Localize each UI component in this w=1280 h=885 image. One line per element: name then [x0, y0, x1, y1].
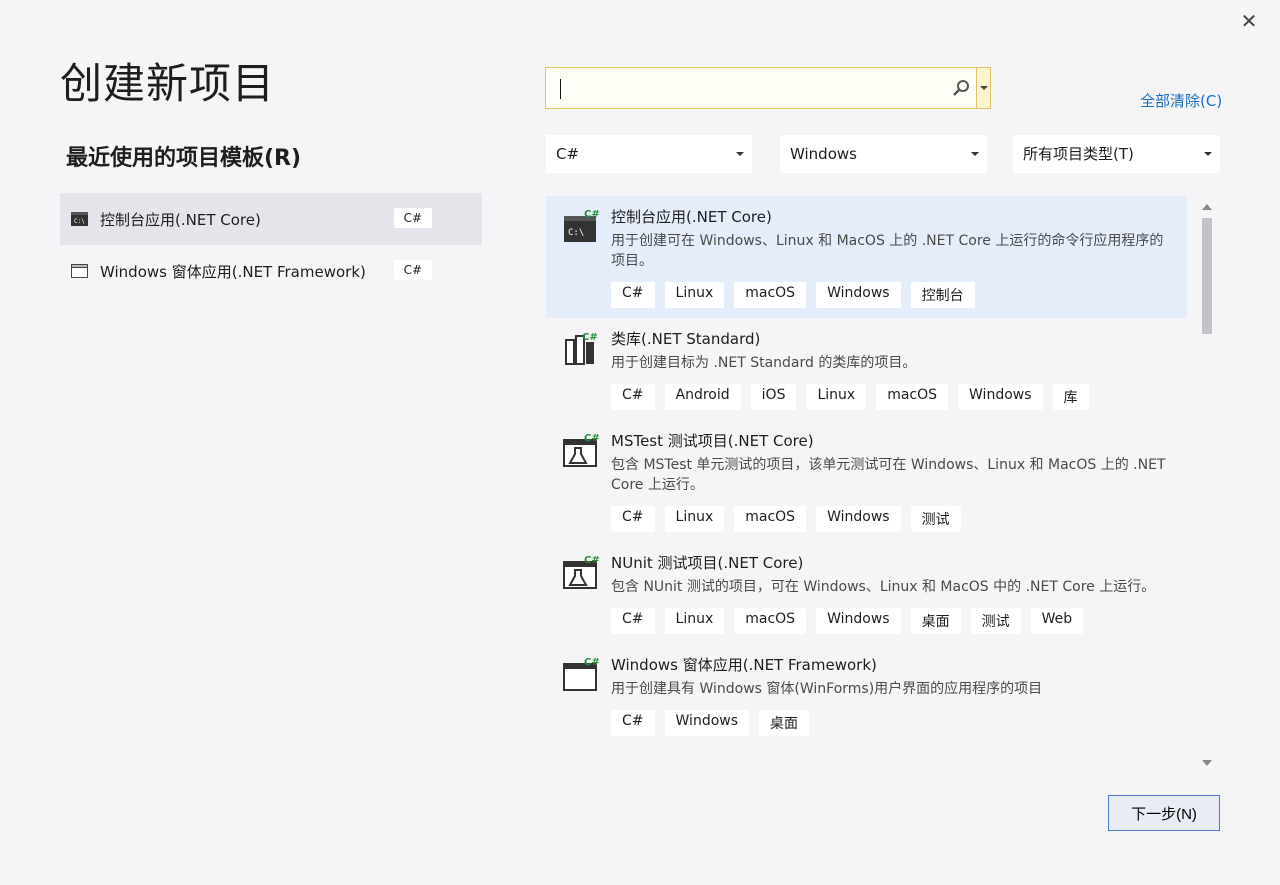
template-item-console-app[interactable]: C:\ C# 控制台应用(.NET Core) 用于创建可在 Windows、L… [546, 196, 1187, 318]
tag: 桌面 [759, 710, 810, 736]
svg-text:C#: C# [584, 433, 600, 444]
tag: 测试 [970, 608, 1021, 634]
search-history-dropdown[interactable] [976, 68, 990, 108]
svg-text:C#: C# [584, 209, 600, 220]
test-project-csharp-icon: C# [563, 555, 600, 589]
recent-item-console-app[interactable]: C:\ 控制台应用(.NET Core) C# [60, 193, 482, 245]
tag: C# [611, 384, 655, 410]
template-name: 控制台应用(.NET Core) [611, 208, 772, 226]
tag: C# [611, 506, 655, 532]
windows-form-icon [71, 264, 88, 278]
console-app-icon: C:\ [71, 212, 88, 226]
svg-text:C#: C# [584, 657, 600, 668]
test-project-csharp-icon: C# [563, 433, 600, 467]
template-item-class-library[interactable]: C# 类库(.NET Standard) 用于创建目标为 .NET Standa… [546, 318, 1187, 420]
clear-all-link[interactable]: 全部清除(C) [1140, 90, 1222, 111]
template-search-box[interactable] [545, 67, 991, 109]
tag: 库 [1052, 384, 1089, 410]
recent-item-label: Windows 窗体应用(.NET Framework) [100, 262, 366, 281]
scroll-up-arrow-icon[interactable] [1202, 204, 1212, 210]
tag: Windows [816, 282, 901, 308]
template-tags: C# Android iOS Linux macOS Windows 库 [611, 384, 1167, 410]
tag: macOS [734, 282, 807, 308]
next-button[interactable]: 下一步(N) [1108, 795, 1220, 831]
recent-item-lang-badge: C# [393, 208, 432, 228]
svg-text:C:\: C:\ [74, 218, 85, 225]
template-list-scrollbar[interactable] [1197, 196, 1218, 774]
tag: C# [611, 608, 655, 634]
template-name: MSTest 测试项目(.NET Core) [611, 432, 814, 450]
scrollbar-thumb[interactable] [1202, 218, 1212, 334]
tag: C# [611, 710, 655, 736]
close-button[interactable]: ✕ [1238, 10, 1260, 32]
page-title: 创建新项目 [60, 59, 276, 108]
template-tags: C# Linux macOS Windows 测试 [611, 506, 1167, 532]
tag: macOS [734, 506, 807, 532]
tag: Linux [664, 608, 725, 634]
windows-form-csharp-icon: C# [563, 657, 600, 691]
tag: Linux [806, 384, 867, 410]
tag: C# [611, 282, 655, 308]
class-library-csharp-icon: C# [565, 332, 598, 365]
svg-text:C#: C# [584, 555, 600, 566]
tag: Windows [958, 384, 1043, 410]
tag: macOS [734, 608, 807, 634]
template-description: 包含 NUnit 测试的项目，可在 Windows、Linux 和 MacOS … [611, 579, 1156, 595]
project-type-filter-dropdown[interactable]: 所有项目类型(T) [1013, 135, 1220, 173]
template-description: 包含 MSTest 单元测试的项目，该单元测试可在 Windows、Linux … [611, 457, 1166, 493]
tag: 控制台 [910, 282, 975, 308]
template-list: C:\ C# 控制台应用(.NET Core) 用于创建可在 Windows、L… [546, 196, 1218, 774]
recent-item-lang-badge: C# [393, 260, 432, 280]
svg-text:C#: C# [582, 332, 598, 343]
tag: Windows [816, 608, 901, 634]
template-tags: C# Linux macOS Windows 控制台 [611, 282, 1167, 308]
template-name: 类库(.NET Standard) [611, 330, 761, 348]
console-app-csharp-icon: C:\ C# [564, 209, 600, 242]
tag: Android [664, 384, 741, 410]
tag: iOS [750, 384, 797, 410]
template-search-input[interactable] [564, 76, 944, 100]
template-tags: C# Linux macOS Windows 桌面 测试 Web [611, 608, 1167, 634]
recent-templates-title: 最近使用的项目模板(R) [66, 146, 302, 171]
recent-templates-list: C:\ 控制台应用(.NET Core) C# Windows 窗体应用(.NE… [60, 193, 482, 297]
template-description: 用于创建目标为 .NET Standard 的类库的项目。 [611, 355, 917, 371]
tag: Linux [664, 282, 725, 308]
template-name: Windows 窗体应用(.NET Framework) [611, 656, 877, 674]
search-icon[interactable] [952, 79, 970, 97]
template-name: NUnit 测试项目(.NET Core) [611, 554, 804, 572]
text-cursor [560, 79, 561, 99]
recent-item-winforms-app[interactable]: Windows 窗体应用(.NET Framework) C# [60, 245, 482, 297]
template-description: 用于创建具有 Windows 窗体(WinForms)用户界面的应用程序的项目 [611, 681, 1043, 697]
recent-item-label: 控制台应用(.NET Core) [100, 210, 261, 229]
platform-filter-dropdown[interactable]: Windows [780, 135, 987, 173]
template-item-nunit[interactable]: C# NUnit 测试项目(.NET Core) 包含 NUnit 测试的项目，… [546, 542, 1187, 644]
tag: Windows [816, 506, 901, 532]
language-filter-dropdown[interactable]: C# [546, 135, 752, 173]
tag: 桌面 [910, 608, 961, 634]
template-item-mstest[interactable]: C# MSTest 测试项目(.NET Core) 包含 MSTest 单元测试… [546, 420, 1187, 542]
template-description: 用于创建可在 Windows、Linux 和 MacOS 上的 .NET Cor… [611, 233, 1164, 269]
scroll-down-arrow-icon[interactable] [1202, 760, 1212, 766]
svg-text:C:\: C:\ [568, 228, 584, 238]
tag: 测试 [910, 506, 961, 532]
template-tags: C# Windows 桌面 [611, 710, 1167, 736]
tag: Linux [664, 506, 725, 532]
template-item-winforms[interactable]: C# Windows 窗体应用(.NET Framework) 用于创建具有 W… [546, 644, 1187, 746]
tag: macOS [876, 384, 949, 410]
tag: Web [1030, 608, 1084, 634]
tag: Windows [664, 710, 750, 736]
